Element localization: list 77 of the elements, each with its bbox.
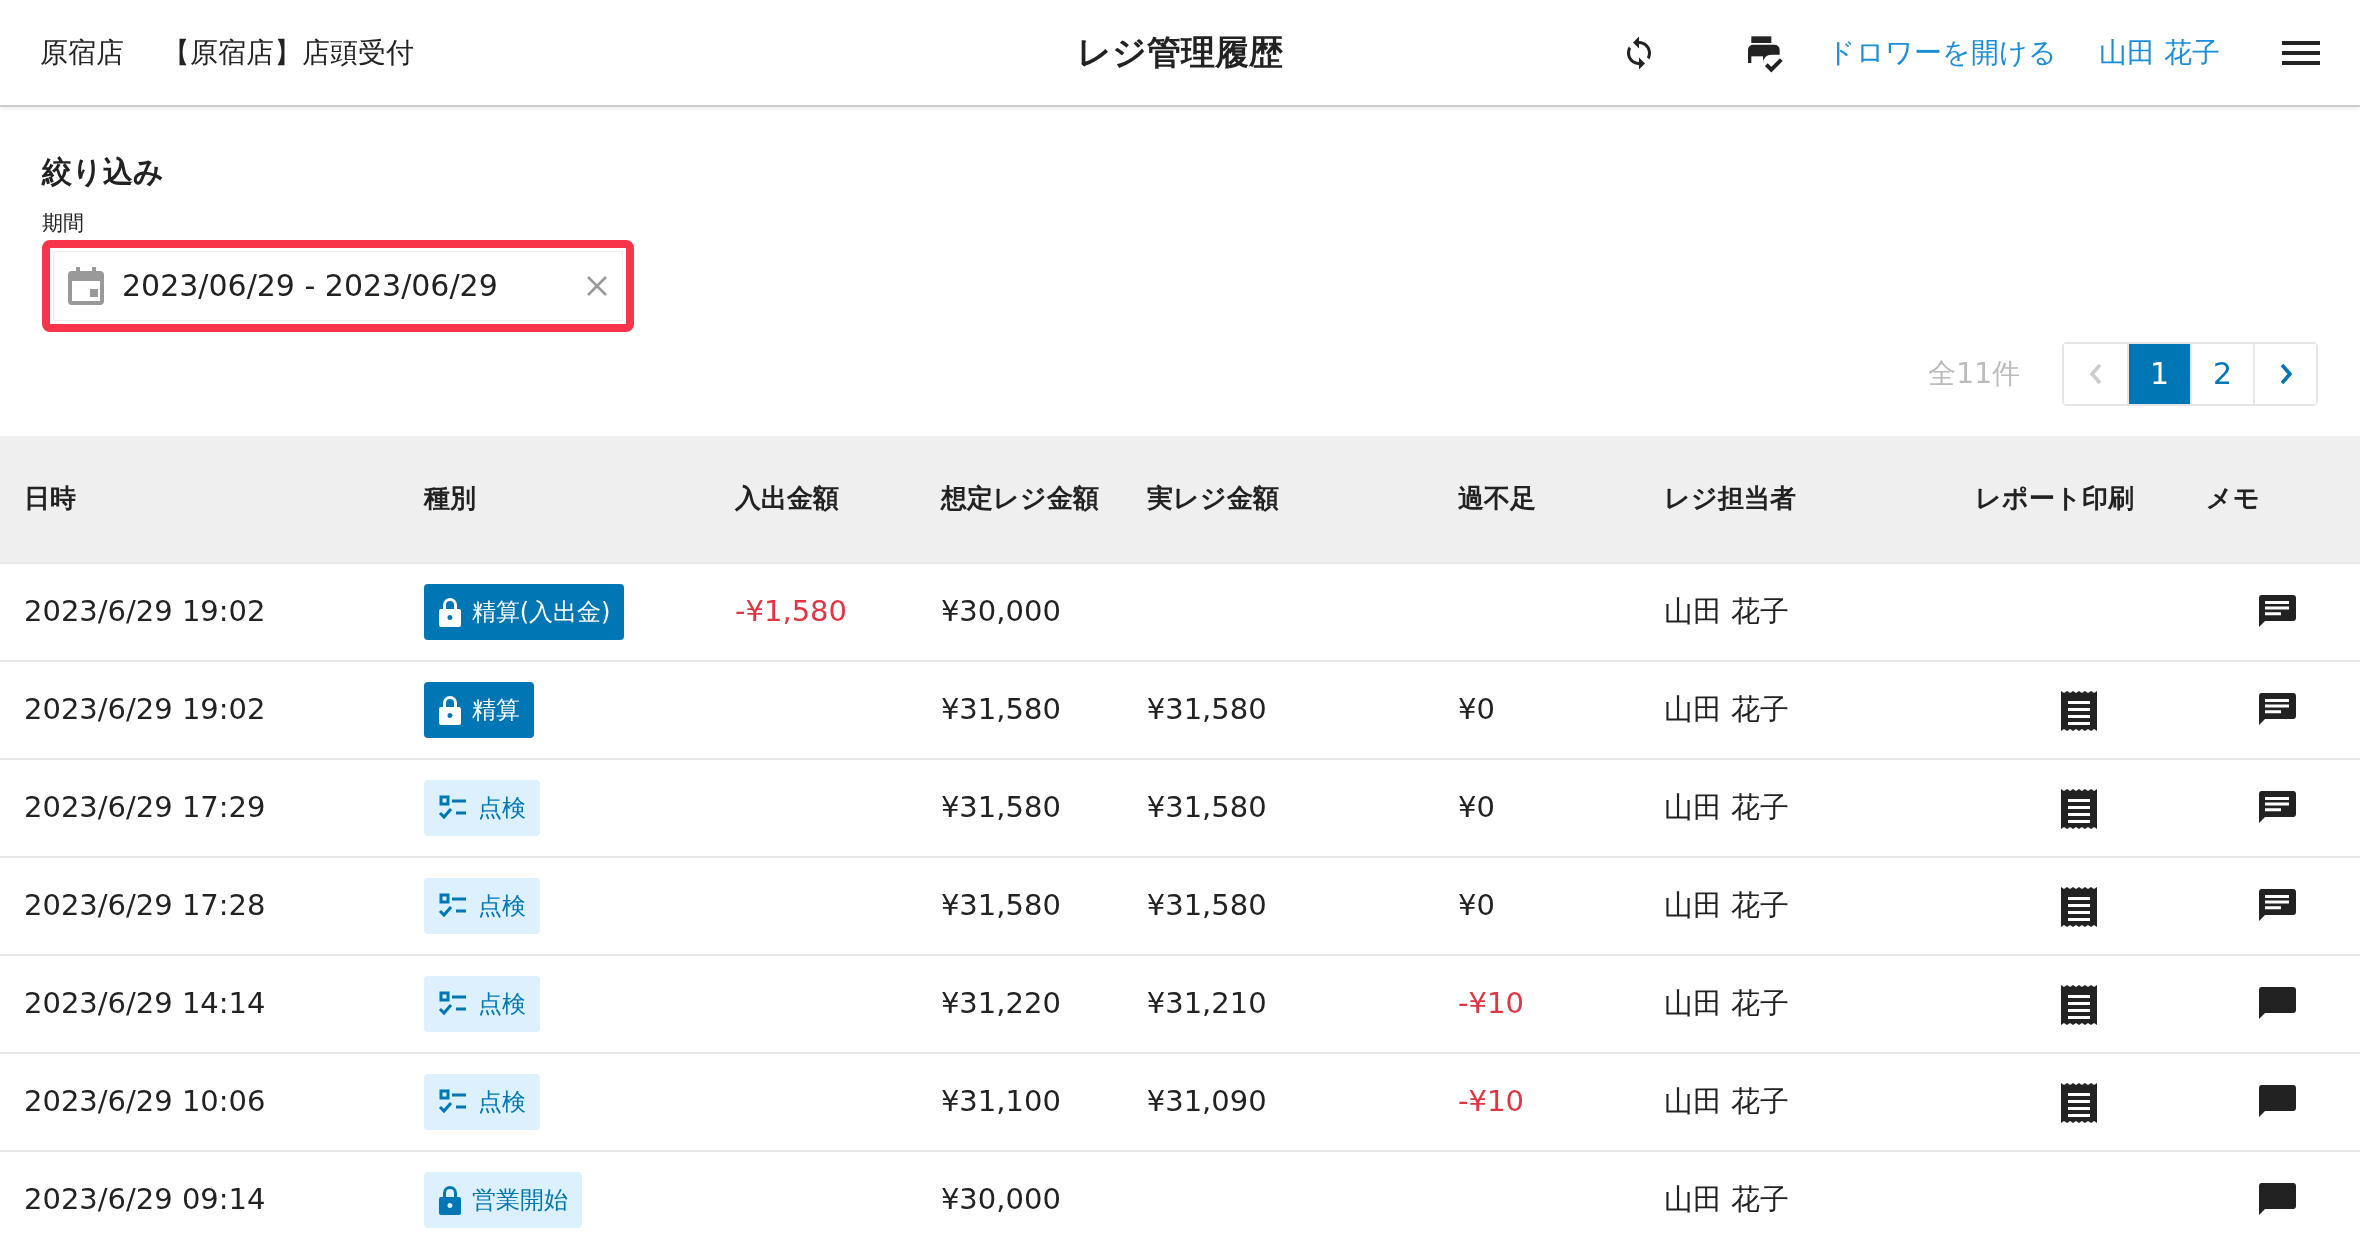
staff-cell: 山田 花子 — [1663, 593, 1790, 628]
filter-heading: 絞り込み — [42, 153, 165, 191]
datetime-cell: 2023/6/29 14:14 — [24, 985, 266, 1020]
type-badge: 精算 — [423, 681, 534, 738]
type-badge: 点検 — [423, 877, 540, 934]
checklist-icon — [437, 990, 468, 1017]
expected-amount-cell: ¥31,580 — [940, 789, 1061, 824]
column-header: レジ担当者 — [1663, 483, 1796, 513]
column-header: 実レジ金額 — [1146, 483, 1279, 513]
checklist-icon — [437, 794, 468, 821]
total-count: 全11件 — [1928, 355, 2020, 392]
user-name-link[interactable]: 山田 花子 — [2099, 31, 2220, 74]
datetime-cell: 2023/6/29 19:02 — [24, 691, 266, 726]
type-badge: 点検 — [423, 1073, 540, 1130]
column-header: 過不足 — [1458, 483, 1537, 513]
type-badge: 営業開始 — [423, 1172, 582, 1228]
page-button[interactable]: 1 — [2127, 343, 2190, 404]
datetime-cell: 2023/6/29 17:28 — [24, 887, 266, 922]
difference-cell: ¥0 — [1458, 789, 1495, 824]
expected-amount-cell: ¥31,580 — [940, 691, 1061, 726]
receipt-icon[interactable] — [2060, 984, 2097, 1025]
difference-cell: ¥0 — [1458, 887, 1495, 922]
staff-cell: 山田 花子 — [1663, 985, 1790, 1020]
staff-cell: 山田 花子 — [1663, 1182, 1790, 1217]
lock-icon — [437, 596, 462, 627]
date-range-input[interactable]: 2023/06/29 - 2023/06/29 — [120, 262, 570, 309]
register-name: 【原宿店】店頭受付 — [162, 34, 414, 71]
type-badge: 点検 — [423, 779, 540, 836]
actual-amount-cell: ¥31,580 — [1146, 789, 1267, 824]
column-header: 種別 — [423, 483, 476, 513]
staff-cell: 山田 花子 — [1663, 691, 1790, 726]
expected-amount-cell: ¥31,220 — [940, 985, 1061, 1020]
open-drawer-link[interactable]: ドロワーを開ける — [1827, 31, 2058, 74]
chevron-right-icon — [2278, 362, 2293, 385]
column-header: 入出金額 — [735, 483, 840, 513]
actual-amount-cell: ¥31,580 — [1146, 887, 1267, 922]
receipt-icon[interactable] — [2060, 690, 2097, 731]
datetime-cell: 2023/6/29 09:14 — [24, 1182, 266, 1217]
expected-amount-cell: ¥30,000 — [940, 593, 1061, 628]
next-page-button[interactable] — [2253, 343, 2316, 404]
period-label: 期間 — [42, 210, 85, 237]
lock-icon — [437, 694, 462, 725]
difference-cell: -¥10 — [1458, 1083, 1524, 1118]
actual-amount-cell: ¥31,210 — [1146, 985, 1267, 1020]
actual-amount-cell: ¥31,580 — [1146, 691, 1267, 726]
datetime-cell: 2023/6/29 17:29 — [24, 789, 266, 824]
type-badge: 精算(入出金) — [423, 583, 625, 640]
expected-amount-cell: ¥31,580 — [940, 887, 1061, 922]
receipt-icon[interactable] — [2060, 788, 2097, 829]
calendar-icon — [68, 266, 104, 305]
staff-cell: 山田 花子 — [1663, 1083, 1790, 1118]
difference-cell: ¥0 — [1458, 691, 1495, 726]
store-name: 原宿店 — [40, 34, 124, 71]
column-header: レポート印刷 — [1975, 483, 2135, 513]
date-range-field[interactable]: 2023/06/29 - 2023/06/29 — [53, 250, 623, 321]
column-header: メモ — [2206, 483, 2261, 513]
receipt-icon[interactable] — [2060, 886, 2097, 927]
difference-cell: -¥10 — [1458, 985, 1524, 1020]
page-title: レジ管理履歴 — [1077, 31, 1283, 74]
receipt-icon[interactable] — [2060, 1082, 2097, 1123]
type-badge: 点検 — [423, 975, 540, 1032]
expected-amount-cell: ¥31,100 — [940, 1083, 1061, 1118]
checklist-icon — [437, 892, 468, 919]
checklist-icon — [437, 1088, 468, 1115]
staff-cell: 山田 花子 — [1663, 887, 1790, 922]
actual-amount-cell: ¥31,090 — [1146, 1083, 1267, 1118]
staff-cell: 山田 花子 — [1663, 789, 1790, 824]
column-header: 想定レジ金額 — [940, 483, 1099, 513]
expected-amount-cell: ¥30,000 — [940, 1182, 1061, 1217]
chevron-left-icon — [2088, 362, 2103, 385]
datetime-cell: 2023/6/29 10:06 — [24, 1083, 266, 1118]
clear-icon[interactable] — [586, 274, 608, 297]
amount-cell: -¥1,580 — [735, 593, 847, 628]
column-header: 日時 — [24, 483, 76, 513]
menu-icon[interactable] — [2282, 38, 2320, 67]
datetime-cell: 2023/6/29 19:02 — [24, 593, 266, 628]
lock-icon — [437, 1185, 462, 1215]
